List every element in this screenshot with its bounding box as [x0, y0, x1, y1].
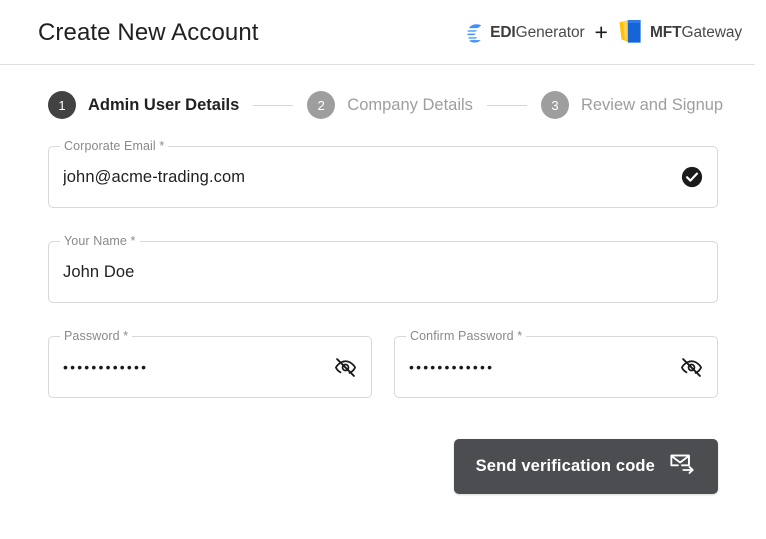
corporate-email-label: Corporate Email *	[60, 139, 169, 153]
step-connector	[486, 104, 527, 106]
admin-user-details-form: Corporate Email * Your Name * Password *…	[0, 119, 766, 431]
signup-stepper: 1 Admin User Details 2 Company Details 3…	[0, 65, 766, 119]
mft-gateway-label: MFTGateway	[650, 24, 742, 42]
password-row: Password * •••••••••••• Confirm Password…	[48, 329, 718, 431]
confirm-password-input[interactable]: ••••••••••••	[408, 359, 672, 375]
corporate-email-field[interactable]: Corporate Email *	[48, 139, 718, 208]
mft-gateway-label-light: Gateway	[681, 23, 743, 41]
password-visibility-off-icon[interactable]	[334, 356, 357, 379]
your-name-label: Your Name *	[60, 234, 140, 248]
stepper-step-company-details[interactable]: 2 Company Details	[307, 91, 473, 119]
password-field[interactable]: Password * ••••••••••••	[48, 329, 372, 398]
your-name-field[interactable]: Your Name *	[48, 234, 718, 303]
create-account-page: Create New Account EDIGenerator + MFTGat…	[0, 0, 766, 539]
page-title: Create New Account	[38, 18, 259, 46]
corporate-email-input[interactable]	[62, 167, 673, 187]
page-header: Create New Account EDIGenerator + MFTGat…	[0, 0, 766, 65]
your-name-input[interactable]	[62, 262, 703, 282]
brand-logos: EDIGenerator + MFTGateway	[466, 19, 746, 46]
form-actions: Send verification code	[0, 431, 766, 494]
edi-generator-label-bold: EDI	[490, 23, 516, 41]
stepper-step-review-and-signup[interactable]: 3 Review and Signup	[540, 91, 724, 119]
edi-generator-label: EDIGenerator	[490, 23, 585, 42]
plus-icon: +	[594, 19, 608, 45]
step-label: Company Details	[347, 95, 473, 114]
mft-gateway-label-bold: MFT	[649, 23, 682, 41]
send-verification-code-button[interactable]: Send verification code	[453, 439, 718, 494]
confirm-password-field[interactable]: Confirm Password * ••••••••••••	[394, 329, 718, 398]
step-connector	[253, 104, 294, 106]
confirm-password-label: Confirm Password *	[406, 329, 527, 343]
edi-generator-brand: EDIGenerator	[466, 23, 585, 43]
step-label: Review and Signup	[580, 95, 724, 114]
step-number-badge: 3	[540, 91, 569, 119]
mft-gateway-logo-icon	[618, 19, 643, 46]
stepper-step-admin-user-details[interactable]: 1 Admin User Details	[48, 91, 239, 119]
step-number-badge: 2	[307, 91, 336, 119]
verified-check-icon	[681, 166, 703, 188]
password-label: Password *	[60, 329, 133, 343]
send-email-icon	[670, 453, 697, 480]
edi-generator-logo-icon	[466, 23, 483, 43]
step-label: Admin User Details	[88, 95, 240, 114]
password-input[interactable]: ••••••••••••	[62, 359, 326, 375]
step-number-badge: 1	[48, 91, 76, 119]
mft-gateway-brand: MFTGateway	[618, 19, 742, 46]
edi-generator-label-light: Generator	[515, 23, 585, 41]
confirm-password-visibility-off-icon[interactable]	[680, 356, 703, 379]
send-verification-code-label: Send verification code	[475, 457, 655, 475]
